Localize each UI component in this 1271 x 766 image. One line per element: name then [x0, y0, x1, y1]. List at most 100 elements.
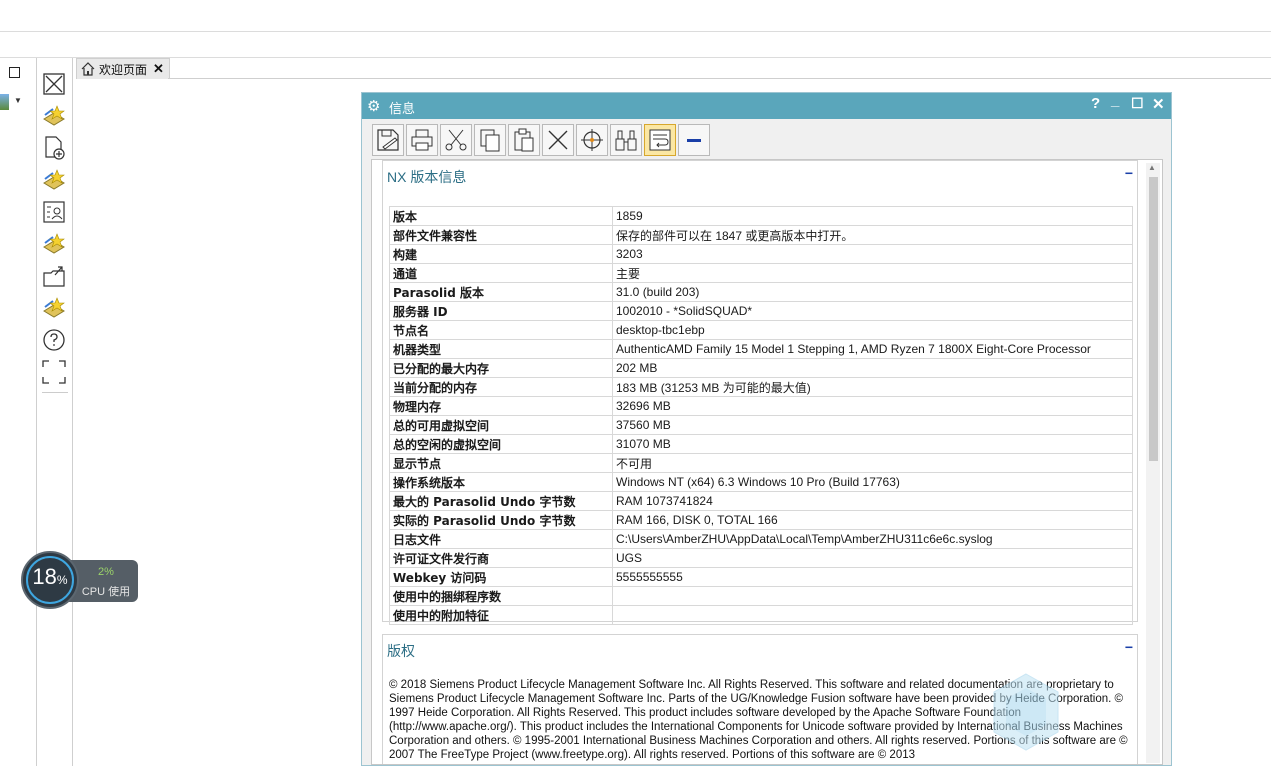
- row-key: 版本: [389, 206, 613, 226]
- table-row: Parasolid 版本 31.0 (build 203): [389, 282, 1133, 302]
- top-divider: [0, 31, 1271, 32]
- restore-icon[interactable]: [9, 67, 20, 78]
- row-key: Webkey 访问码: [389, 567, 613, 587]
- wrap-icon[interactable]: [644, 124, 676, 156]
- row-key: 服务器 ID: [389, 301, 613, 321]
- row-value: RAM 166, DISK 0, TOTAL 166: [612, 510, 1133, 530]
- watermark-hexagon-icon: [993, 673, 1059, 751]
- minus-icon[interactable]: [678, 124, 710, 156]
- tab-underline: [168, 78, 1271, 79]
- find-icon[interactable]: [610, 124, 642, 156]
- row-value: 202 MB: [612, 358, 1133, 378]
- row-key: 实际的 Parasolid Undo 字节数: [389, 510, 613, 530]
- table-row: 通道 主要: [389, 263, 1133, 283]
- table-row: 日志文件 C:\Users\AmberZHU\AppData\Local\Temp…: [389, 529, 1133, 549]
- tab-close-icon[interactable]: ✕: [153, 61, 164, 77]
- tab-bar-divider: [0, 57, 1271, 58]
- table-row: 总的空闲的虚拟空间 31070 MB: [389, 434, 1133, 454]
- table-row: 使用中的捆绑程序数: [389, 586, 1133, 606]
- tab-label: 欢迎页面: [99, 62, 148, 77]
- info-dialog: ⚙ 信息 ? _ ☐ ✕ NX 版本信息 − 版本 1859 部件文件兼容性 保…: [361, 92, 1172, 766]
- row-value: 31070 MB: [612, 434, 1133, 454]
- help-icon[interactable]: [38, 326, 70, 354]
- close-all-icon[interactable]: [38, 70, 70, 98]
- user-list-icon[interactable]: [38, 198, 70, 226]
- gear-icon: ⚙: [367, 98, 381, 115]
- row-value: 不可用: [612, 453, 1133, 473]
- version-info-table: 版本 1859 部件文件兼容性 保存的部件可以在 1847 或更高版本中打开。 构建 32…: [389, 206, 1133, 625]
- row-value: 31.0 (build 203): [612, 282, 1133, 302]
- row-key: 操作系统版本: [389, 472, 613, 492]
- roles-icon[interactable]: [38, 102, 70, 130]
- cpu-label: CPU 使用: [81, 586, 131, 598]
- toolbar-border: [72, 58, 73, 766]
- delete-icon[interactable]: [542, 124, 574, 156]
- row-key: 总的空闲的虚拟空间: [389, 434, 613, 454]
- roles-icon-2[interactable]: [38, 166, 70, 194]
- row-value: RAM 1073741824: [612, 491, 1133, 511]
- row-value: 5555555555: [612, 567, 1133, 587]
- row-key: 物理内存: [389, 396, 613, 416]
- help-button[interactable]: ?: [1091, 95, 1100, 112]
- row-key: 当前分配的内存: [389, 377, 613, 397]
- collapse-version-button[interactable]: −: [1125, 165, 1133, 181]
- print-icon[interactable]: [406, 124, 438, 156]
- left-panel-border: [36, 58, 37, 766]
- row-value: 183 MB (31253 MB 为可能的最大值): [612, 377, 1133, 397]
- table-row: 当前分配的内存 183 MB (31253 MB 为可能的最大值): [389, 377, 1133, 397]
- row-key: 使用中的捆绑程序数: [389, 586, 613, 606]
- collapse-copyright-button[interactable]: −: [1125, 639, 1133, 655]
- table-row: 最大的 Parasolid Undo 字节数 RAM 1073741824: [389, 491, 1133, 511]
- full-screen-icon[interactable]: [38, 358, 70, 386]
- dialog-title: 信息: [389, 101, 416, 116]
- cut-icon[interactable]: [440, 124, 472, 156]
- table-row: 已分配的最大内存 202 MB: [389, 358, 1133, 378]
- row-value: [612, 586, 1133, 606]
- scrollbar-thumb[interactable]: [1149, 177, 1158, 461]
- row-key: 许可证文件发行商: [389, 548, 613, 568]
- maximize-button[interactable]: ☐: [1131, 95, 1144, 112]
- table-row: 许可证文件发行商 UGS: [389, 548, 1133, 568]
- row-key: 显示节点: [389, 453, 613, 473]
- dialog-title-bar[interactable]: ⚙ 信息 ? _ ☐ ✕: [362, 92, 1171, 119]
- toolbar-separator: [42, 392, 68, 393]
- tab-welcome-page[interactable]: 欢迎页面 ✕: [76, 58, 170, 79]
- row-value: UGS: [612, 548, 1133, 568]
- roles-icon-4[interactable]: [38, 294, 70, 322]
- new-part-icon[interactable]: [38, 134, 70, 162]
- target-icon[interactable]: [576, 124, 608, 156]
- row-key: Parasolid 版本: [389, 282, 613, 302]
- row-key: 通道: [389, 263, 613, 283]
- table-row: 操作系统版本 Windows NT (x64) 6.3 Windows 10 Pr…: [389, 472, 1133, 492]
- copy-icon[interactable]: [474, 124, 506, 156]
- table-row: Webkey 访问码 5555555555: [389, 567, 1133, 587]
- save-icon[interactable]: [372, 124, 404, 156]
- row-value: 37560 MB: [612, 415, 1133, 435]
- row-key: 日志文件: [389, 529, 613, 549]
- export-folder-icon[interactable]: [38, 262, 70, 290]
- minimize-button[interactable]: _: [1111, 92, 1119, 109]
- color-icon[interactable]: [0, 94, 9, 110]
- row-key: 使用中的附加特征: [389, 605, 613, 625]
- table-row: 机器类型 AuthenticAMD Family 15 Model 1 Stepp…: [389, 339, 1133, 359]
- roles-icon-3[interactable]: [38, 230, 70, 258]
- row-value: 保存的部件可以在 1847 或更高版本中打开。: [612, 225, 1133, 245]
- row-value: [612, 605, 1133, 625]
- paste-icon[interactable]: [508, 124, 540, 156]
- row-key: 构建: [389, 244, 613, 264]
- row-value: 1002010 - *SolidSQUAD*: [612, 301, 1133, 321]
- close-button[interactable]: ✕: [1152, 95, 1165, 113]
- table-row: 构建 3203: [389, 244, 1133, 264]
- row-value: Windows NT (x64) 6.3 Windows 10 Pro (Bui…: [612, 472, 1133, 492]
- dropdown-caret-icon[interactable]: ▼: [14, 96, 22, 105]
- table-row: 使用中的附加特征: [389, 605, 1133, 625]
- row-value: 32696 MB: [612, 396, 1133, 416]
- row-key: 节点名: [389, 320, 613, 340]
- row-key: 最大的 Parasolid Undo 字节数: [389, 491, 613, 511]
- row-value: 主要: [612, 263, 1133, 283]
- version-info-title: NX 版本信息: [387, 169, 467, 185]
- table-row: 显示节点 不可用: [389, 453, 1133, 473]
- row-value: 1859: [612, 206, 1133, 226]
- row-value: 3203: [612, 244, 1133, 264]
- scroll-up-arrow-icon[interactable]: ▲: [1148, 163, 1156, 172]
